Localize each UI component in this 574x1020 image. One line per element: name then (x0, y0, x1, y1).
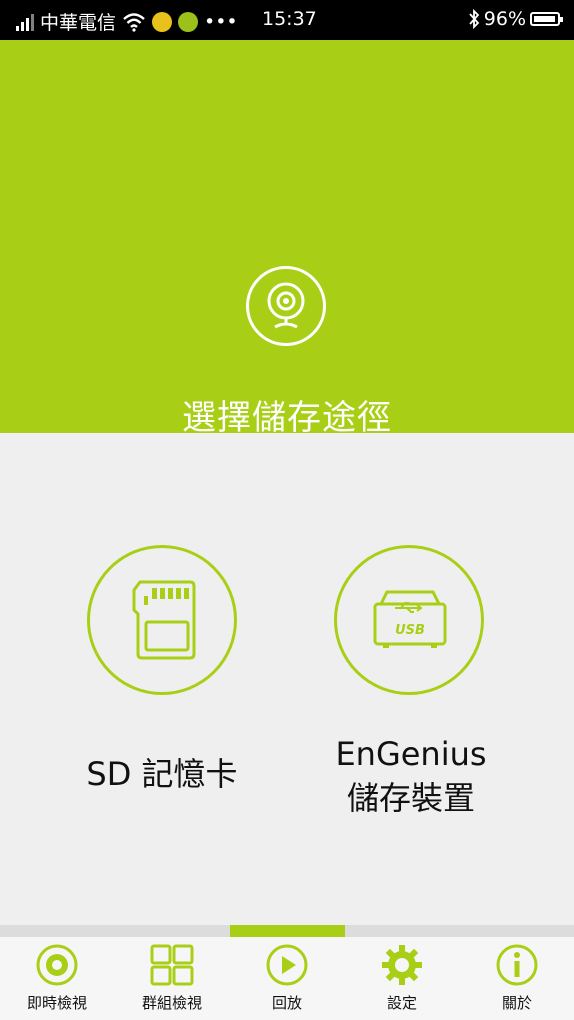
play-icon (266, 944, 308, 986)
header-banner: 選擇儲存途徑 (0, 40, 574, 438)
usb-storage-option[interactable]: USB (334, 545, 484, 695)
app-notification-icon (178, 11, 199, 32)
tab-playback[interactable]: 回放 (230, 937, 344, 1020)
usb-storage-label[interactable]: EnGenius 儲存裝置 (311, 732, 511, 820)
sd-card-icon (132, 580, 196, 660)
status-bar: 中華電信 ••• 15:37 96% (0, 0, 574, 40)
usb-text: USB (395, 623, 425, 638)
signal-icon (16, 13, 34, 31)
status-time: 15:37 (262, 8, 317, 30)
tab-label: 即時檢視 (26, 994, 87, 1012)
page-title: 選擇儲存途徑 (182, 398, 392, 438)
tab-about[interactable]: 關於 (460, 937, 574, 1020)
wifi-icon (123, 12, 145, 32)
info-icon (496, 944, 538, 986)
usb-storage-icon: USB (373, 590, 447, 648)
webcam-icon (246, 266, 326, 346)
tab-group-view[interactable]: 群組檢視 (115, 937, 229, 1020)
sd-card-label[interactable]: SD 記憶卡 (62, 752, 262, 796)
grid-view-icon (150, 944, 194, 986)
gear-icon (382, 945, 422, 985)
battery-percent: 96% (483, 8, 526, 30)
battery-icon (530, 12, 563, 26)
usb-storage-label-line2: 儲存裝置 (346, 779, 475, 817)
tab-label: 設定 (386, 994, 417, 1012)
tab-bar: 即時檢視 群組檢視 回放 設定 關於 (0, 937, 574, 1020)
usb-storage-label-line1: EnGenius (335, 735, 487, 773)
tab-label: 回放 (271, 994, 302, 1012)
carrier-label: 中華電信 (40, 12, 117, 34)
live-view-icon (36, 944, 78, 986)
bluetooth-icon (469, 9, 480, 29)
page-indicator (230, 925, 345, 937)
tab-label: 關於 (501, 994, 532, 1012)
tab-live-view[interactable]: 即時檢視 (0, 937, 114, 1020)
app-notification-icon (152, 11, 173, 32)
tab-settings[interactable]: 設定 (345, 937, 459, 1020)
more-indicator: ••• (204, 10, 238, 33)
sd-card-option[interactable] (87, 545, 237, 695)
tab-label: 群組檢視 (141, 994, 202, 1012)
